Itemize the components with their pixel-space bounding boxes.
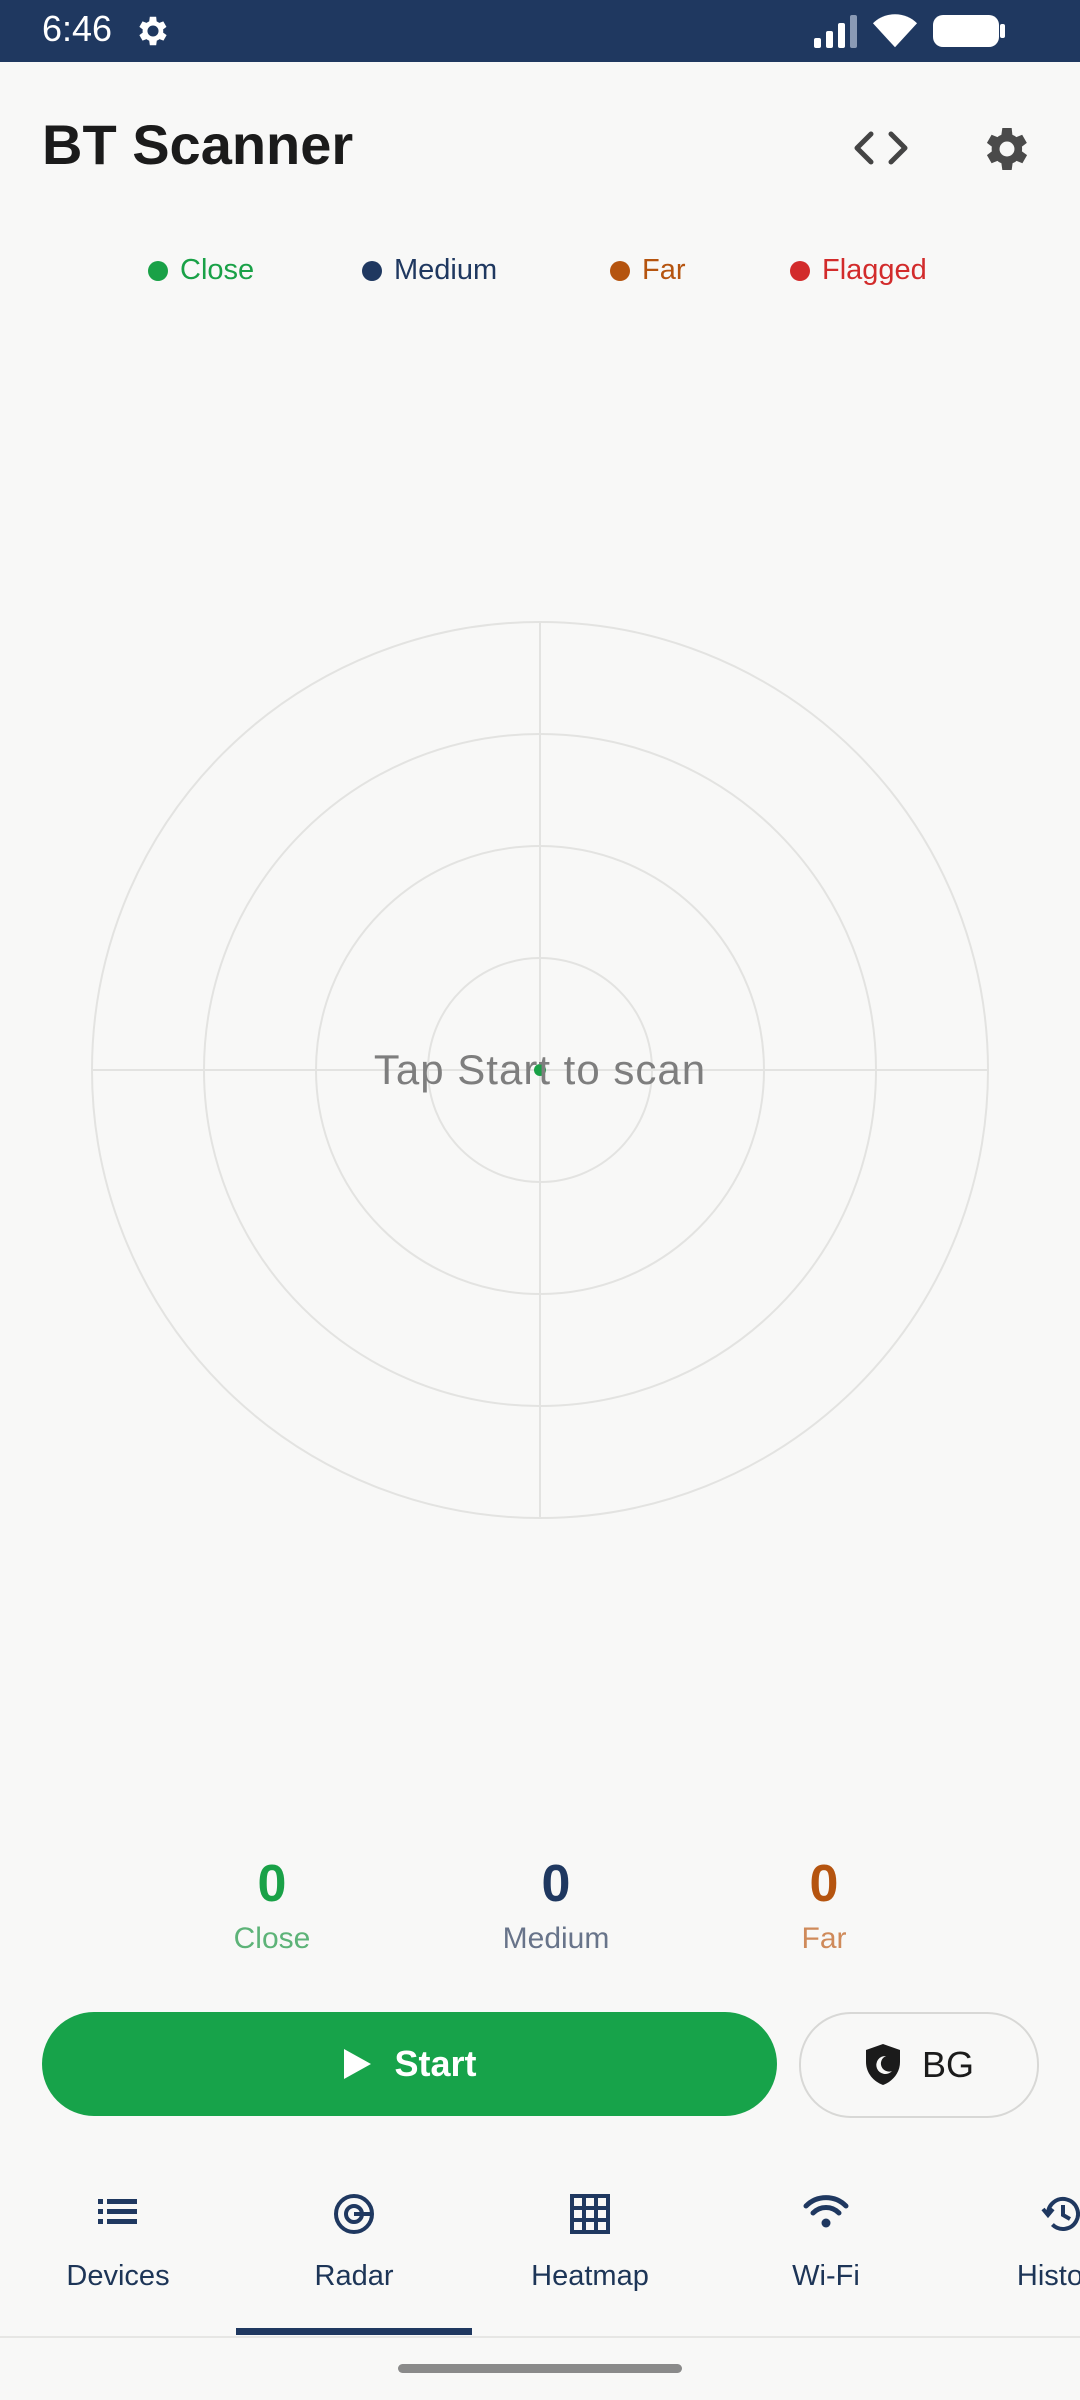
wifi-icon: [803, 2195, 849, 2228]
nav-label: Wi-Fi: [792, 2260, 860, 2292]
code-icon: [854, 131, 908, 165]
counter-far: 0 Far: [694, 1852, 954, 1956]
list-icon: [98, 2199, 137, 2224]
counter-value: 0: [257, 1855, 287, 1913]
counter-label: Close: [233, 1922, 311, 1955]
active-tab-indicator: [236, 2328, 472, 2335]
gear-icon: [986, 128, 1028, 170]
app-title: BT Scanner: [42, 113, 354, 176]
bottom-navigation: Devices Radar Heatmap Wi-Fi Histo: [0, 2160, 1080, 2338]
status-time: 6:46: [42, 8, 113, 49]
settings-gear-icon: [139, 16, 167, 46]
history-icon: [1041, 2197, 1080, 2231]
far-dot-icon: [610, 260, 630, 281]
nav-label: History: [1016, 2260, 1080, 2292]
flagged-dot-icon: [790, 260, 810, 281]
counter-value: 0: [809, 1855, 839, 1913]
legend-label: Close: [180, 254, 255, 286]
shield-moon-icon: [865, 2044, 900, 2085]
legend: Close Medium Far Flagged: [0, 254, 1080, 294]
start-label: Start: [394, 2043, 477, 2084]
medium-dot-icon: [362, 260, 382, 281]
legend-label: Flagged: [822, 254, 927, 286]
nav-item-radar[interactable]: Radar: [236, 2160, 472, 2336]
legend-item-medium: Medium: [362, 254, 497, 287]
counter-label: Medium: [502, 1922, 610, 1955]
legend-item-close: Close: [148, 254, 254, 287]
grid-icon: [570, 2194, 610, 2234]
counter-label: Far: [801, 1922, 847, 1955]
nav-item-wifi[interactable]: Wi-Fi: [708, 2160, 944, 2336]
close-dot-icon: [148, 260, 168, 281]
status-bar: 6:46: [0, 0, 1080, 62]
radar-message: Tap Start to scan: [373, 1046, 707, 1093]
battery-icon: [933, 15, 1005, 47]
nav-label: Radar: [314, 2260, 394, 2292]
radar-icon: [334, 2194, 374, 2234]
legend-label: Medium: [394, 254, 498, 286]
nav-item-devices[interactable]: Devices: [0, 2160, 236, 2336]
legend-item-far: Far: [610, 254, 686, 287]
wifi-status-icon: [872, 14, 918, 48]
start-button[interactable]: Start: [42, 2012, 777, 2116]
counter-close: 0 Close: [142, 1852, 402, 1956]
settings-button[interactable]: [972, 114, 1042, 184]
signal-icon: [814, 15, 857, 48]
nav-item-history[interactable]: History: [944, 2160, 1080, 2336]
nav-label: Heatmap: [531, 2260, 649, 2292]
play-icon: [344, 2049, 372, 2079]
home-gesture-bar[interactable]: [398, 2364, 682, 2373]
counter-medium: 0 Medium: [426, 1852, 686, 1956]
background-scan-button[interactable]: BG: [799, 2012, 1039, 2118]
bg-label: BG: [921, 2044, 974, 2085]
legend-label: Far: [642, 254, 686, 286]
legend-item-flagged: Flagged: [790, 254, 927, 287]
counter-value: 0: [541, 1855, 571, 1913]
code-view-button[interactable]: [846, 118, 916, 178]
nav-item-heatmap[interactable]: Heatmap: [472, 2160, 708, 2336]
nav-label: Devices: [66, 2260, 170, 2292]
